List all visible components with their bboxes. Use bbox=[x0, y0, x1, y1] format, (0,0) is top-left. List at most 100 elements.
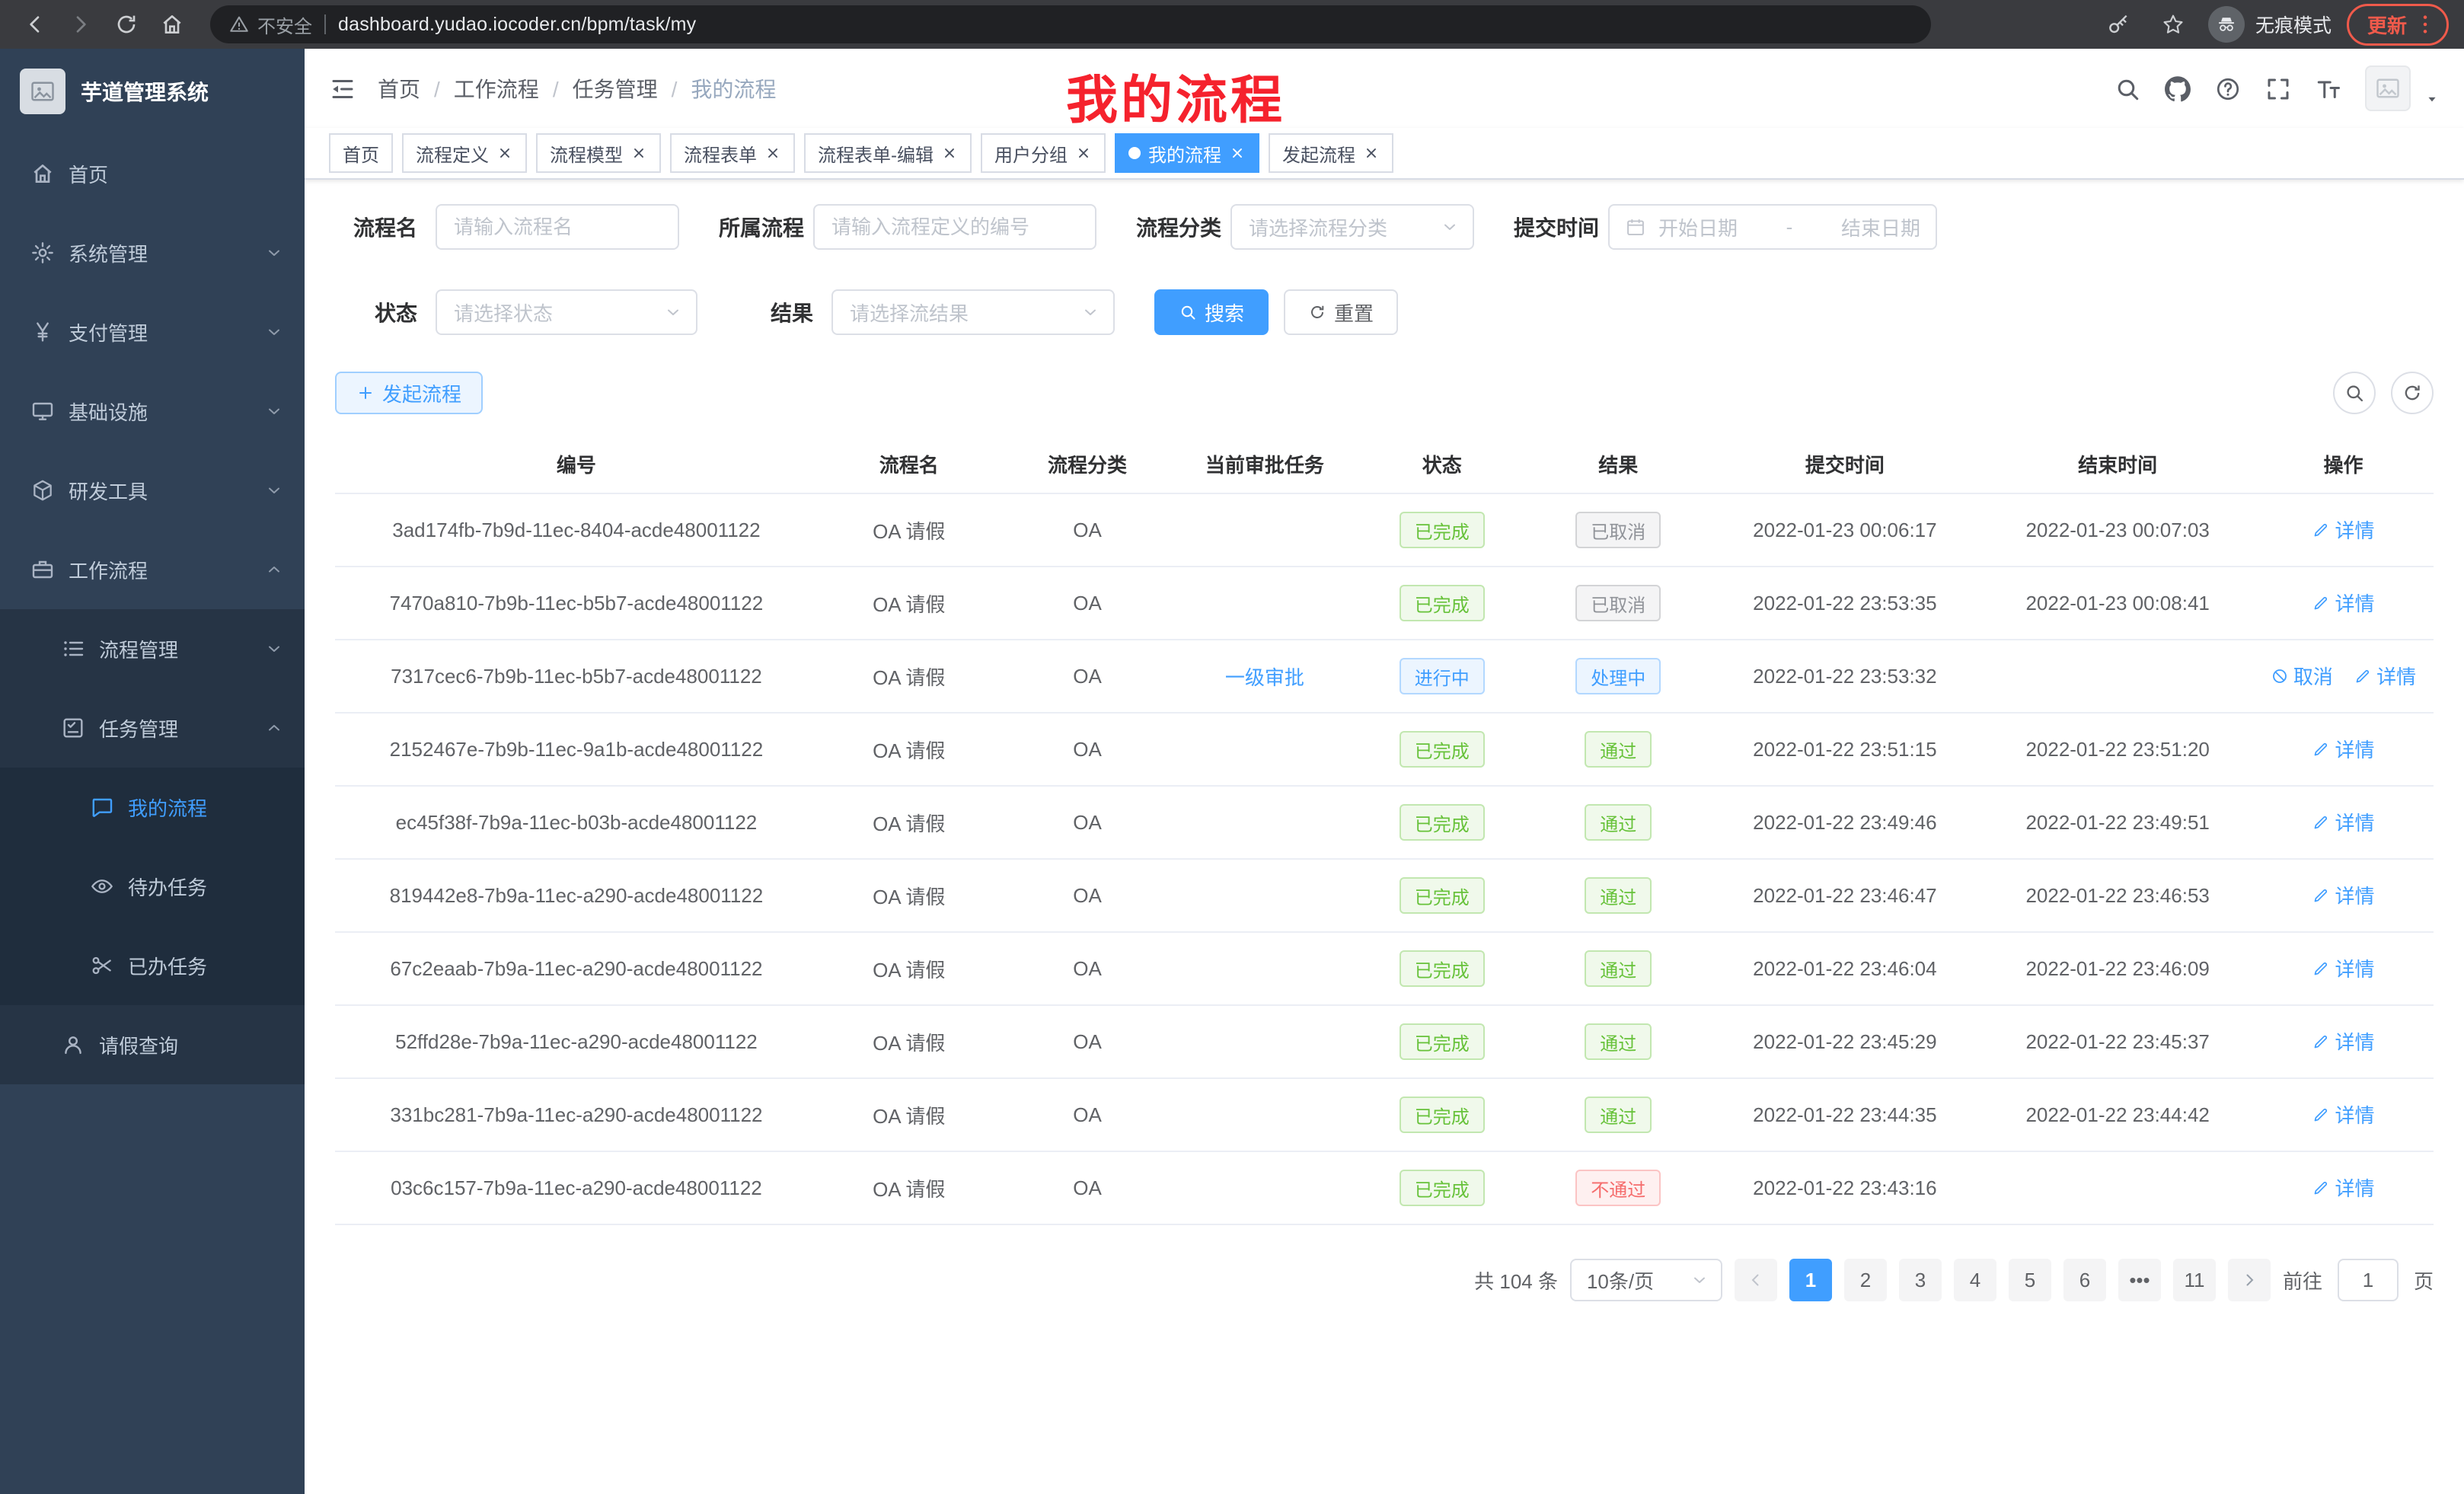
prev-page-button[interactable] bbox=[1735, 1259, 1777, 1301]
tab[interactable]: 流程表单 bbox=[670, 133, 795, 173]
breadcrumb-item[interactable]: 首页 bbox=[378, 73, 454, 104]
key-icon[interactable] bbox=[2099, 5, 2138, 44]
sidebar-item-task-management[interactable]: 任务管理 bbox=[0, 688, 305, 768]
tab-close-icon[interactable] bbox=[764, 145, 781, 161]
process-def-input[interactable] bbox=[813, 204, 1096, 250]
next-page-button[interactable] bbox=[2228, 1259, 2271, 1301]
detail-link[interactable]: 详情 bbox=[2354, 662, 2416, 690]
tab-close-icon[interactable] bbox=[1363, 145, 1380, 161]
caret-down-icon[interactable] bbox=[2424, 83, 2440, 111]
status-label: 状态 bbox=[335, 297, 436, 327]
filter-row-1: 流程名 所属流程 流程分类 请选择流程分类 bbox=[335, 204, 2434, 250]
goto-page-input[interactable] bbox=[2338, 1259, 2399, 1301]
edit-icon bbox=[2312, 886, 2330, 905]
tab[interactable]: 用户分组 bbox=[981, 133, 1106, 173]
submit-time-range[interactable]: 开始日期 - 结束日期 bbox=[1608, 204, 1937, 250]
tab[interactable]: 首页 bbox=[329, 133, 393, 173]
tab[interactable]: 我的流程 bbox=[1115, 133, 1259, 173]
tab-close-icon[interactable] bbox=[630, 145, 647, 161]
breadcrumb-item[interactable]: 任务管理 bbox=[573, 73, 691, 104]
cell-current-task bbox=[1174, 786, 1355, 859]
sidebar-item-done-tasks[interactable]: 已办任务 bbox=[0, 926, 305, 1005]
browser-reload-icon[interactable] bbox=[107, 5, 146, 44]
address-bar[interactable]: 不安全 dashboard.yudao.iocoder.cn/bpm/task/… bbox=[210, 5, 1931, 43]
detail-link[interactable]: 详情 bbox=[2312, 808, 2374, 836]
avatar[interactable] bbox=[2365, 65, 2411, 111]
cell-result: 已取消 bbox=[1529, 493, 1707, 567]
detail-link[interactable]: 详情 bbox=[2312, 1100, 2374, 1128]
cell-id: 3ad174fb-7b9d-11ec-8404-acde48001122 bbox=[335, 493, 818, 567]
detail-link[interactable]: 详情 bbox=[2312, 516, 2374, 544]
browser-back-icon[interactable] bbox=[15, 5, 55, 44]
page-number-button[interactable]: 4 bbox=[1954, 1259, 1996, 1301]
more-vert-icon[interactable] bbox=[2413, 12, 2437, 37]
reset-button[interactable]: 重置 bbox=[1284, 289, 1398, 335]
status-select[interactable]: 请选择状态 bbox=[436, 289, 697, 335]
detail-link[interactable]: 详情 bbox=[2312, 1027, 2374, 1055]
tab-close-icon[interactable] bbox=[1075, 145, 1092, 161]
sidebar-item-devtools[interactable]: 研发工具 bbox=[0, 451, 305, 530]
breadcrumb-item[interactable]: 我的流程 bbox=[691, 73, 776, 104]
create-process-button[interactable]: 发起流程 bbox=[335, 372, 483, 414]
category-select[interactable]: 请选择流程分类 bbox=[1230, 204, 1474, 250]
cell-current-task bbox=[1174, 1151, 1355, 1224]
page-number-button[interactable]: 11 bbox=[2173, 1259, 2216, 1301]
incognito-profile-chip[interactable]: 无痕模式 bbox=[2208, 6, 2332, 43]
sidebar-item-todo-tasks[interactable]: 待办任务 bbox=[0, 847, 305, 926]
page-number-button[interactable]: ••• bbox=[2118, 1259, 2161, 1301]
breadcrumb-item[interactable]: 工作流程 bbox=[454, 73, 573, 104]
sidebar-item-payment[interactable]: 支付管理 bbox=[0, 292, 305, 372]
sidebar-item-my-process[interactable]: 我的流程 bbox=[0, 768, 305, 847]
tab-close-icon[interactable] bbox=[496, 145, 513, 161]
detail-link[interactable]: 详情 bbox=[2312, 881, 2374, 909]
fullscreen-icon[interactable] bbox=[2265, 74, 2292, 104]
tab[interactable]: 流程定义 bbox=[402, 133, 527, 173]
header-search-icon[interactable] bbox=[2114, 74, 2141, 104]
tab-close-icon[interactable] bbox=[941, 145, 958, 161]
logo-image bbox=[20, 69, 65, 114]
sidebar-item-workflow[interactable]: 工作流程 bbox=[0, 530, 305, 609]
sidebar-fold-icon[interactable] bbox=[329, 74, 356, 104]
toggle-search-button[interactable] bbox=[2333, 372, 2376, 414]
page-number-button[interactable]: 2 bbox=[1844, 1259, 1887, 1301]
date-start-placeholder: 开始日期 bbox=[1658, 213, 1738, 241]
page-number-button[interactable]: 1 bbox=[1789, 1259, 1832, 1301]
tab[interactable]: 流程模型 bbox=[536, 133, 661, 173]
sidebar-item-leave-query[interactable]: 请假查询 bbox=[0, 1005, 305, 1084]
detail-link[interactable]: 详情 bbox=[2312, 1173, 2374, 1202]
detail-link[interactable]: 详情 bbox=[2312, 954, 2374, 982]
sidebar-item-label: 系统管理 bbox=[69, 239, 148, 267]
browser-forward-icon[interactable] bbox=[61, 5, 101, 44]
process-name-input[interactable] bbox=[436, 204, 679, 250]
cancel-link[interactable]: 取消 bbox=[2271, 662, 2333, 690]
current-task-link[interactable]: 一级审批 bbox=[1225, 666, 1304, 689]
page-number-button[interactable]: 5 bbox=[2009, 1259, 2051, 1301]
page-size-select[interactable]: 10条/页 bbox=[1570, 1259, 1722, 1301]
page-number-button[interactable]: 3 bbox=[1899, 1259, 1942, 1301]
cell-submit-time: 2022-01-22 23:53:32 bbox=[1707, 640, 1982, 713]
tab[interactable]: 流程表单-编辑 bbox=[804, 133, 972, 173]
app-logo[interactable]: 芋道管理系统 bbox=[0, 49, 305, 134]
search-button[interactable]: 搜索 bbox=[1154, 289, 1269, 335]
github-icon[interactable] bbox=[2164, 74, 2191, 104]
browser-update-button[interactable]: 更新 bbox=[2347, 4, 2449, 46]
browser-home-icon[interactable] bbox=[152, 5, 192, 44]
bookmark-star-icon[interactable] bbox=[2153, 5, 2193, 44]
list-icon bbox=[61, 637, 85, 661]
result-select[interactable]: 请选择流结果 bbox=[831, 289, 1115, 335]
tab-close-icon[interactable] bbox=[1229, 145, 1246, 161]
sidebar-item-system[interactable]: 系统管理 bbox=[0, 213, 305, 292]
font-size-icon[interactable] bbox=[2315, 74, 2342, 104]
column-header: 编号 bbox=[335, 436, 818, 493]
page-number-button[interactable]: 6 bbox=[2063, 1259, 2106, 1301]
table-row: 52ffd28e-7b9a-11ec-a290-acde48001122 OA … bbox=[335, 1005, 2434, 1078]
security-indicator[interactable]: 不安全 bbox=[228, 11, 312, 38]
question-icon[interactable] bbox=[2214, 74, 2242, 104]
tab[interactable]: 发起流程 bbox=[1269, 133, 1393, 173]
refresh-table-button[interactable] bbox=[2391, 372, 2434, 414]
sidebar-item-infrastructure[interactable]: 基础设施 bbox=[0, 372, 305, 451]
detail-link[interactable]: 详情 bbox=[2312, 589, 2374, 617]
sidebar-item-home[interactable]: 首页 bbox=[0, 134, 305, 213]
sidebar-item-process-management[interactable]: 流程管理 bbox=[0, 609, 305, 688]
detail-link[interactable]: 详情 bbox=[2312, 735, 2374, 763]
